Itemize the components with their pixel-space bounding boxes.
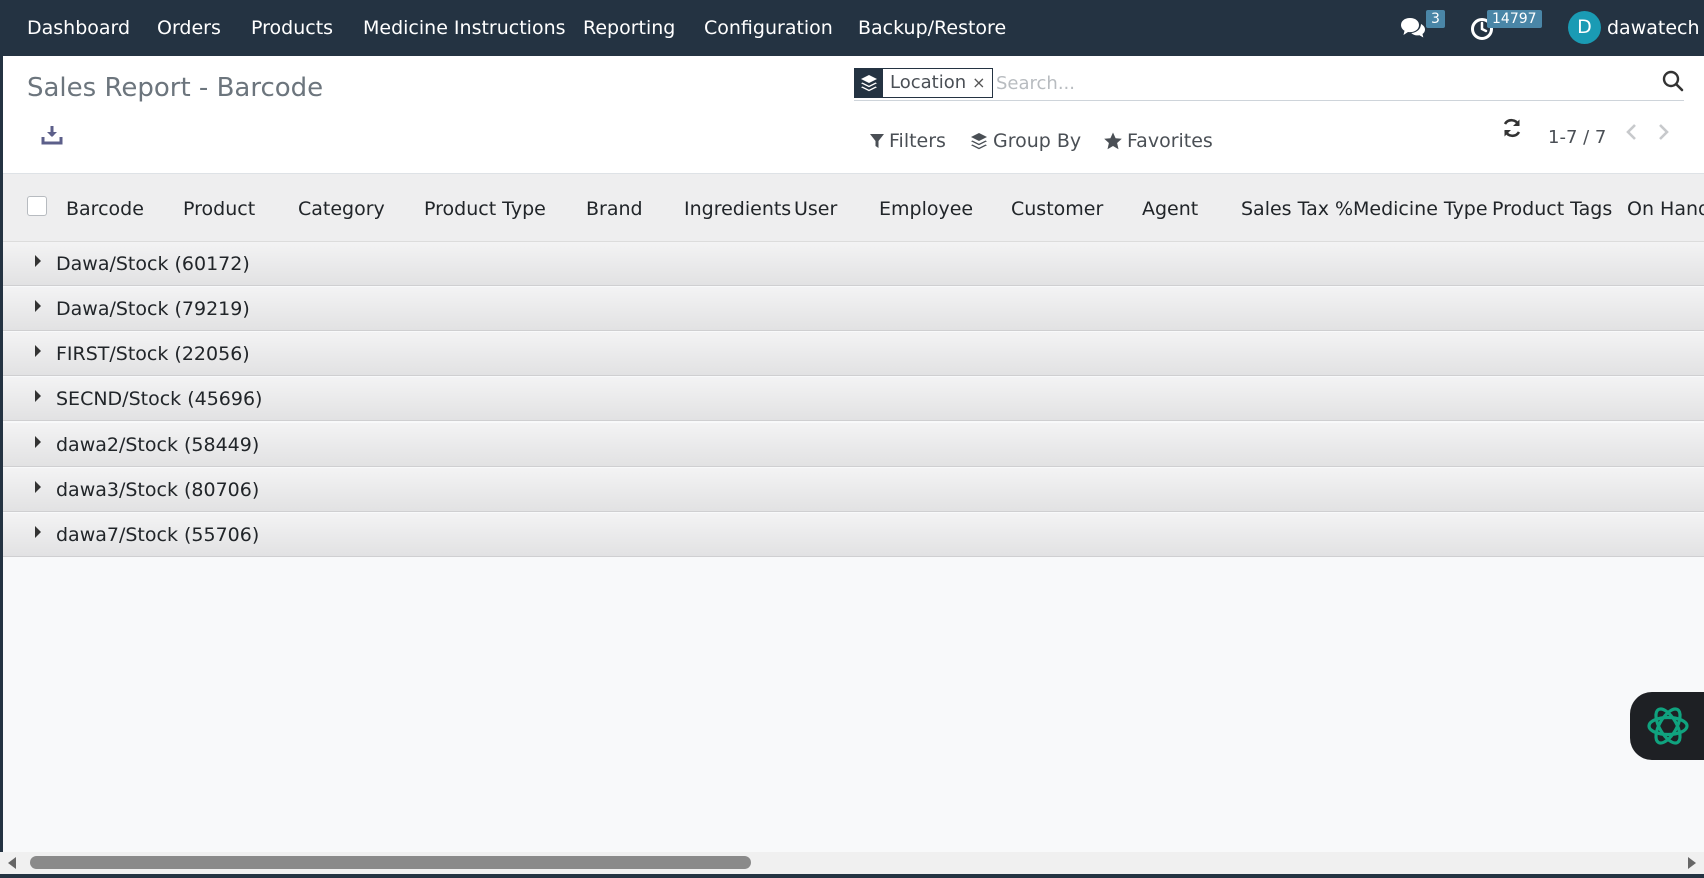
control-panel: Sales Report - Barcode Location × Search… xyxy=(3,56,1704,174)
column-header-brand[interactable]: Brand xyxy=(586,197,643,221)
openai-icon xyxy=(1647,707,1689,745)
caret-right-icon xyxy=(35,481,41,493)
pager-next-button[interactable] xyxy=(1654,121,1674,145)
messages-count-badge: 3 xyxy=(1426,10,1445,28)
search-button[interactable] xyxy=(1662,70,1686,94)
search-input[interactable] xyxy=(996,70,1636,96)
caret-right-icon xyxy=(35,436,41,448)
column-header-user[interactable]: User xyxy=(794,197,837,221)
group-row[interactable]: SECND/Stock (45696) xyxy=(3,377,1704,421)
pager-value[interactable]: 1-7 / 7 xyxy=(1548,126,1606,150)
favorites-button[interactable]: Favorites xyxy=(1103,128,1213,154)
group-row[interactable]: Dawa/Stock (79219) xyxy=(3,287,1704,331)
filters-button[interactable]: Filters xyxy=(869,128,946,154)
scroll-left-arrow-icon[interactable] xyxy=(8,857,16,869)
column-header-product-type[interactable]: Product Type xyxy=(424,197,546,221)
menu-reporting[interactable]: Reporting xyxy=(583,17,675,39)
column-header-category[interactable]: Category xyxy=(298,197,385,221)
user-avatar[interactable]: D xyxy=(1568,11,1601,44)
group-row-label: Dawa/Stock (79219) xyxy=(56,298,250,320)
layers-icon xyxy=(971,133,987,150)
caret-right-icon xyxy=(35,300,41,312)
group-row-label: dawa7/Stock (55706) xyxy=(56,524,260,546)
group-row-label: Dawa/Stock (60172) xyxy=(56,253,250,275)
menu-orders[interactable]: Orders xyxy=(157,17,221,39)
scrollbar-thumb[interactable] xyxy=(30,856,751,869)
scroll-right-arrow-icon[interactable] xyxy=(1688,857,1696,869)
group-row-label: SECND/Stock (45696) xyxy=(56,388,263,410)
favorites-label: Favorites xyxy=(1127,130,1213,152)
group-row-label: dawa3/Stock (80706) xyxy=(56,479,260,501)
caret-right-icon xyxy=(35,390,41,402)
chat-bubbles-icon xyxy=(1401,18,1425,38)
horizontal-scrollbar[interactable] xyxy=(0,852,1704,874)
column-header-customer[interactable]: Customer xyxy=(1011,197,1103,221)
menu-dashboard[interactable]: Dashboard xyxy=(27,17,130,39)
menu-configuration[interactable]: Configuration xyxy=(704,17,833,39)
pager-previous-button[interactable] xyxy=(1623,121,1643,145)
column-header-agent[interactable]: Agent xyxy=(1142,197,1198,221)
star-icon xyxy=(1104,132,1122,150)
group-row[interactable]: dawa2/Stock (58449) xyxy=(3,423,1704,467)
user-name[interactable]: dawatech xyxy=(1607,17,1700,39)
layers-icon xyxy=(855,69,883,97)
ai-assistant-button[interactable] xyxy=(1630,692,1704,760)
column-header-employee[interactable]: Employee xyxy=(879,197,973,221)
group-row[interactable]: dawa7/Stock (55706) xyxy=(3,513,1704,557)
column-header-on-hand[interactable]: On Hand xyxy=(1627,197,1704,221)
caret-right-icon xyxy=(35,255,41,267)
group-row[interactable]: FIRST/Stock (22056) xyxy=(3,332,1704,376)
bottom-border xyxy=(0,874,1704,878)
page-title: Sales Report - Barcode xyxy=(27,73,324,103)
activities-count-badge: 14797 xyxy=(1487,10,1542,28)
column-header-sales-tax[interactable]: Sales Tax % xyxy=(1241,197,1353,221)
group-row[interactable]: dawa3/Stock (80706) xyxy=(3,468,1704,512)
column-header-product-tags[interactable]: Product Tags xyxy=(1492,197,1612,221)
column-header-ingredients[interactable]: Ingredients xyxy=(684,197,791,221)
menu-backup-restore[interactable]: Backup/Restore xyxy=(858,17,1006,39)
refresh-button[interactable] xyxy=(1501,117,1525,141)
refresh-icon xyxy=(1503,118,1521,138)
group-row-label: dawa2/Stock (58449) xyxy=(56,434,260,456)
chevron-left-icon xyxy=(1626,124,1636,140)
column-header-barcode[interactable]: Barcode xyxy=(66,197,144,221)
group-by-button[interactable]: Group By xyxy=(969,128,1081,154)
download-icon xyxy=(41,126,63,145)
menu-products[interactable]: Products xyxy=(251,17,333,39)
activities-menu[interactable]: 14797 xyxy=(1468,10,1542,44)
top-navbar: Dashboard Orders Products Medicine Instr… xyxy=(0,0,1704,56)
facet-remove-button[interactable]: × xyxy=(972,69,991,97)
funnel-icon xyxy=(870,134,884,148)
chevron-right-icon xyxy=(1659,124,1669,140)
search-icon xyxy=(1662,70,1684,92)
filters-label: Filters xyxy=(889,130,946,152)
download-button[interactable] xyxy=(41,124,65,148)
search-bar: Location × xyxy=(854,65,1684,101)
caret-right-icon xyxy=(35,526,41,538)
group-row[interactable]: Dawa/Stock (60172) xyxy=(3,242,1704,286)
messages-menu[interactable]: 3 xyxy=(1398,10,1448,44)
group-row-label: FIRST/Stock (22056) xyxy=(56,343,250,365)
select-all-checkbox[interactable] xyxy=(27,196,47,216)
table-header: Barcode Product Category Product Type Br… xyxy=(3,174,1704,242)
menu-medicine-instructions[interactable]: Medicine Instructions xyxy=(363,17,566,39)
column-header-medicine-type[interactable]: Medicine Type xyxy=(1353,197,1488,221)
group-by-label: Group By xyxy=(993,130,1082,152)
column-header-product[interactable]: Product xyxy=(183,197,255,221)
facet-value: Location xyxy=(890,72,967,93)
search-facet-location: Location × xyxy=(854,68,993,98)
caret-right-icon xyxy=(35,345,41,357)
